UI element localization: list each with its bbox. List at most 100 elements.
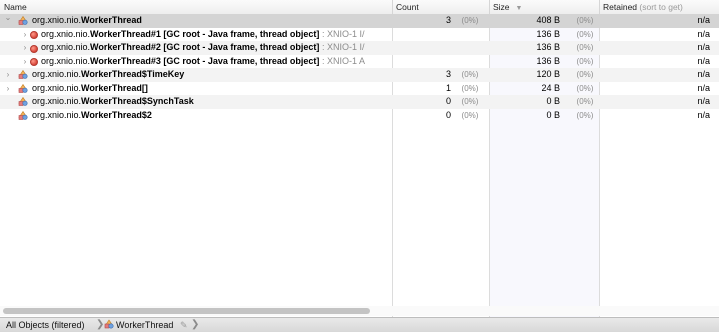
size-percent: (0%) xyxy=(576,43,594,52)
row-label: org.xnio.nio.WorkerThread$TimeKey xyxy=(32,68,184,82)
count-value xyxy=(393,28,451,42)
instance-icon xyxy=(30,58,38,66)
class-name: WorkerThread#2 [GC root - Java frame, th… xyxy=(90,42,320,52)
table-row[interactable]: org.xnio.nio.WorkerThread$2 0 (0%) 0 B (0%) n… xyxy=(0,109,719,123)
package-name: org.xnio.nio. xyxy=(41,55,91,66)
package-name: org.xnio.nio. xyxy=(32,96,82,106)
expand-toggle-icon[interactable]: › xyxy=(20,28,30,42)
size-percent: (0%) xyxy=(576,56,594,66)
column-header-count[interactable]: Count xyxy=(392,0,492,14)
count-percent: (0%) xyxy=(461,97,479,106)
count-percent: (0%) xyxy=(461,83,479,93)
table-row[interactable]: › org.xnio.nio.WorkerThread[] 1 (0%) 24 B (0%… xyxy=(0,82,719,96)
chevron-right-icon: ❯ xyxy=(191,319,200,330)
size-value: 408 B xyxy=(536,15,560,25)
size-percent: (0%) xyxy=(576,16,594,25)
table-row[interactable]: ⌄ org.xnio.nio.WorkerThread 3 (0%) 408 B (0%)… xyxy=(0,14,719,28)
name-cell: › org.xnio.nio.WorkerThread$TimeKey xyxy=(0,68,390,82)
class-name: WorkerThread$SynchTask xyxy=(81,96,194,106)
collapse-toggle-icon[interactable]: ⌄ xyxy=(3,14,13,25)
table-row[interactable]: › org.xnio.nio.WorkerThread#2 [GC root - … xyxy=(0,41,719,55)
class-icon xyxy=(18,15,28,25)
count-percent: (0%) xyxy=(461,70,479,79)
retained-value: n/a xyxy=(697,42,710,52)
size-value: 0 B xyxy=(546,109,560,120)
class-name: WorkerThread$TimeKey xyxy=(81,69,185,79)
row-label: org.xnio.nio.WorkerThread#1 [GC root - J… xyxy=(41,28,364,42)
count-percent: (0%) xyxy=(461,110,479,120)
name-cell: › org.xnio.nio.WorkerThread#3 [GC root - … xyxy=(0,55,390,69)
name-cell: org.xnio.nio.WorkerThread$2 xyxy=(0,109,390,123)
pin-icon[interactable]: ✎ xyxy=(180,318,188,332)
package-name: org.xnio.nio. xyxy=(41,42,91,52)
column-header-size-label: Size xyxy=(493,2,510,12)
class-name: WorkerThread#1 [GC root - Java frame, th… xyxy=(90,28,320,39)
expand-toggle-icon[interactable]: › xyxy=(20,55,30,69)
name-cell: › org.xnio.nio.WorkerThread#1 [GC root - … xyxy=(0,28,390,42)
package-name: org.xnio.nio. xyxy=(32,82,82,93)
retained-value: n/a xyxy=(697,109,710,120)
row-label: org.xnio.nio.WorkerThread xyxy=(32,14,142,28)
column-header-size[interactable]: Size ▼ xyxy=(489,0,599,14)
breadcrumb-all-objects[interactable]: All Objects (filtered) xyxy=(6,318,85,332)
count-value xyxy=(393,55,451,69)
table-row[interactable]: › org.xnio.nio.WorkerThread#1 [GC root - … xyxy=(0,28,719,42)
retained-value: n/a xyxy=(697,69,710,79)
column-header-retained-hint: (sort to get) xyxy=(639,2,683,12)
table-row[interactable]: org.xnio.nio.WorkerThread$SynchTask 0 (0%)… xyxy=(0,95,719,109)
size-value: 136 B xyxy=(536,55,560,66)
name-cell: ⌄ org.xnio.nio.WorkerThread xyxy=(0,14,390,28)
package-name: org.xnio.nio. xyxy=(32,69,82,79)
column-header-retained[interactable]: Retained (sort to get) xyxy=(599,0,719,14)
expand-toggle-icon[interactable]: › xyxy=(3,82,13,96)
count-value xyxy=(393,41,451,55)
size-percent: (0%) xyxy=(576,110,594,120)
class-name: WorkerThread xyxy=(81,15,142,25)
size-percent: (0%) xyxy=(576,70,594,79)
object-table: ⌄ org.xnio.nio.WorkerThread 3 (0%) 408 B (0%)… xyxy=(0,14,719,122)
column-header-retained-label: Retained xyxy=(603,2,638,12)
size-value: 24 B xyxy=(541,82,560,93)
class-name: WorkerThread#3 [GC root - Java frame, th… xyxy=(90,55,320,66)
count-percent: (0%) xyxy=(461,16,479,25)
count-value: 0 xyxy=(445,96,451,106)
package-name: org.xnio.nio. xyxy=(32,109,82,120)
retained-value: n/a xyxy=(697,55,710,66)
size-value: 136 B xyxy=(536,42,560,52)
size-value: 120 B xyxy=(536,69,560,79)
table-row[interactable]: › org.xnio.nio.WorkerThread$TimeKey 3 (0%) 1… xyxy=(0,68,719,82)
count-value: 3 xyxy=(445,15,451,25)
horizontal-scrollbar-thumb[interactable] xyxy=(3,308,370,314)
expand-toggle-icon[interactable]: › xyxy=(20,41,30,55)
retained-value: n/a xyxy=(697,15,710,25)
count-percent xyxy=(455,55,485,69)
class-icon xyxy=(18,69,28,79)
instance-detail: : XNIO-1 I/ xyxy=(319,28,365,39)
count-percent xyxy=(455,41,485,55)
row-label: org.xnio.nio.WorkerThread$2 xyxy=(32,109,152,123)
breadcrumb: All Objects (filtered) ❯ WorkerThread ✎ … xyxy=(0,317,719,332)
class-icon xyxy=(18,83,28,93)
expand-toggle-icon[interactable]: › xyxy=(3,68,13,82)
size-percent: (0%) xyxy=(576,97,594,106)
instance-detail: : XNIO-1 A xyxy=(319,55,365,66)
name-cell: › org.xnio.nio.WorkerThread[] xyxy=(0,82,390,96)
row-label: org.xnio.nio.WorkerThread#3 [GC root - J… xyxy=(41,55,365,69)
class-icon xyxy=(18,96,28,106)
size-percent: (0%) xyxy=(576,29,594,39)
name-cell: org.xnio.nio.WorkerThread$SynchTask xyxy=(0,95,390,109)
table-row[interactable]: › org.xnio.nio.WorkerThread#3 [GC root - … xyxy=(0,55,719,69)
row-label: org.xnio.nio.WorkerThread[] xyxy=(32,82,148,96)
package-name: org.xnio.nio. xyxy=(32,15,82,25)
instance-detail: : XNIO-1 I/ xyxy=(319,42,365,52)
retained-value: n/a xyxy=(697,28,710,39)
table-header: Name Count Size ▼ Retained (sort to get) xyxy=(0,0,719,15)
count-percent xyxy=(455,28,485,42)
instance-icon xyxy=(30,31,38,39)
column-header-name[interactable]: Name xyxy=(4,0,27,14)
size-value: 0 B xyxy=(546,96,560,106)
retained-value: n/a xyxy=(697,96,710,106)
package-name: org.xnio.nio. xyxy=(41,28,91,39)
breadcrumb-workerthread[interactable]: WorkerThread xyxy=(116,318,173,332)
instance-icon xyxy=(30,44,38,53)
